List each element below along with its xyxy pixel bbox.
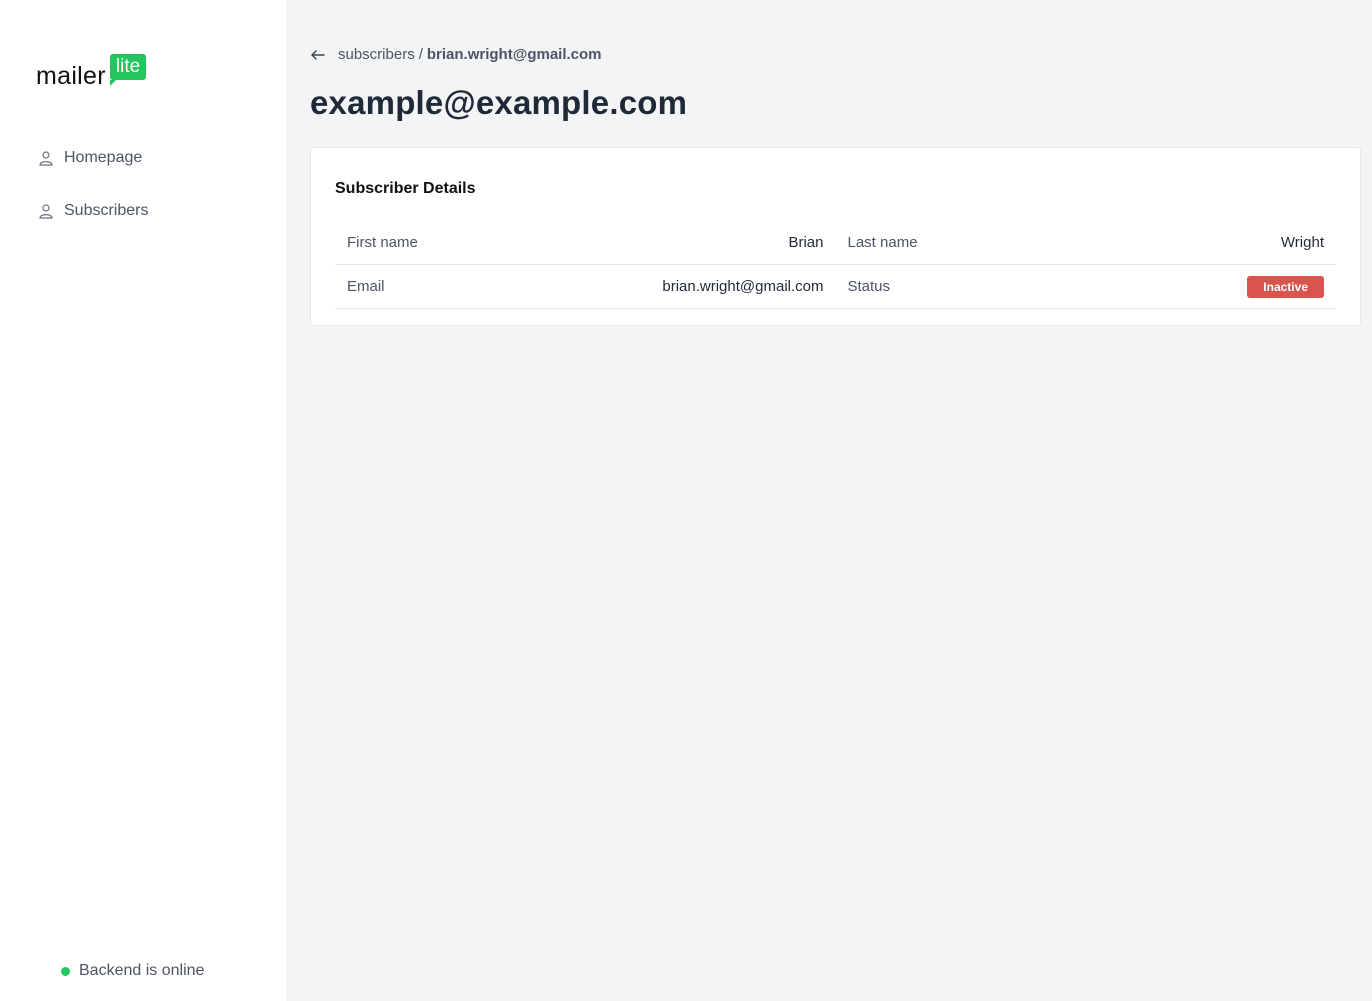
details-table: First name Brian Last name Wright Email … — [335, 221, 1336, 309]
details-row: Email brian.wright@gmail.com Status Inac… — [335, 265, 1336, 309]
status-badge: Inactive — [1247, 275, 1324, 298]
sidebar-item-homepage[interactable]: Homepage — [38, 146, 148, 170]
first-name-label: First name — [347, 234, 418, 251]
logo[interactable]: mailer lite — [36, 54, 147, 90]
status-label: Status — [847, 278, 891, 295]
sidebar-item-label: Homepage — [64, 149, 143, 166]
arrow-left-icon[interactable] — [310, 47, 326, 63]
subscriber-details-card: Subscriber Details First name Brian Last… — [310, 147, 1361, 326]
status-cell: Status Inactive — [836, 275, 1337, 298]
breadcrumb-current: brian.wright@gmail.com — [426, 46, 602, 63]
page-title: example@example.com — [310, 84, 688, 121]
sidebar: mailer lite Homepage Subscribers Backend… — [0, 0, 286, 1001]
breadcrumb-separator: / — [418, 46, 423, 63]
breadcrumb-subscribers-link[interactable]: subscribers — [338, 46, 415, 63]
logo-word: mailer — [36, 62, 106, 90]
user-icon — [39, 151, 53, 166]
first-name-value: Brian — [788, 234, 824, 251]
sidebar-item-label: Subscribers — [64, 202, 149, 219]
email-label: Email — [347, 278, 385, 295]
email-cell: Email brian.wright@gmail.com — [335, 278, 836, 295]
sidebar-item-subscribers[interactable]: Subscribers — [38, 199, 148, 223]
sidebar-nav: Homepage Subscribers — [38, 146, 148, 252]
last-name-value: Wright — [1280, 234, 1324, 251]
breadcrumb: subscribers / brian.wright@gmail.com — [310, 46, 602, 63]
logo-badge: lite — [109, 54, 147, 86]
last-name-label: Last name — [847, 234, 918, 251]
email-value: brian.wright@gmail.com — [662, 278, 824, 295]
user-icon — [39, 204, 53, 219]
details-row: First name Brian Last name Wright — [335, 221, 1336, 265]
last-name-cell: Last name Wright — [836, 234, 1337, 251]
backend-status: Backend is online — [61, 962, 204, 980]
status-dot-icon — [61, 966, 70, 976]
card-title: Subscriber Details — [335, 180, 476, 197]
first-name-cell: First name Brian — [335, 234, 836, 251]
backend-status-text: Backend is online — [79, 962, 205, 979]
